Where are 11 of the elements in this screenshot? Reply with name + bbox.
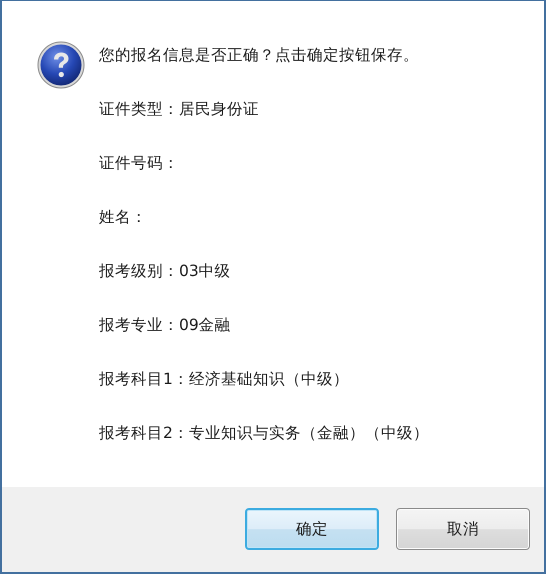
dialog-button[interactable]: 取消 [396, 508, 530, 550]
detail-text: 报考科目1：经济基础知识（中级） [99, 369, 350, 390]
default-button[interactable]: 确定 [245, 508, 379, 550]
detail-text: 报考专业：09金融 [99, 315, 232, 336]
detail-text: 报考级别：03中级 [99, 261, 232, 282]
detail-text: 姓名： [99, 207, 148, 228]
question-icon [37, 41, 85, 89]
detail-text: 报考科目2：专业知识与实务（金融）（中级） [99, 423, 429, 444]
detail-text: 证件类型：居民身份证 [99, 99, 260, 120]
message-text: 您的报名信息是否正确？点击确定按钮保存。 [99, 45, 420, 66]
detail-text: 证件号码： [99, 153, 180, 174]
